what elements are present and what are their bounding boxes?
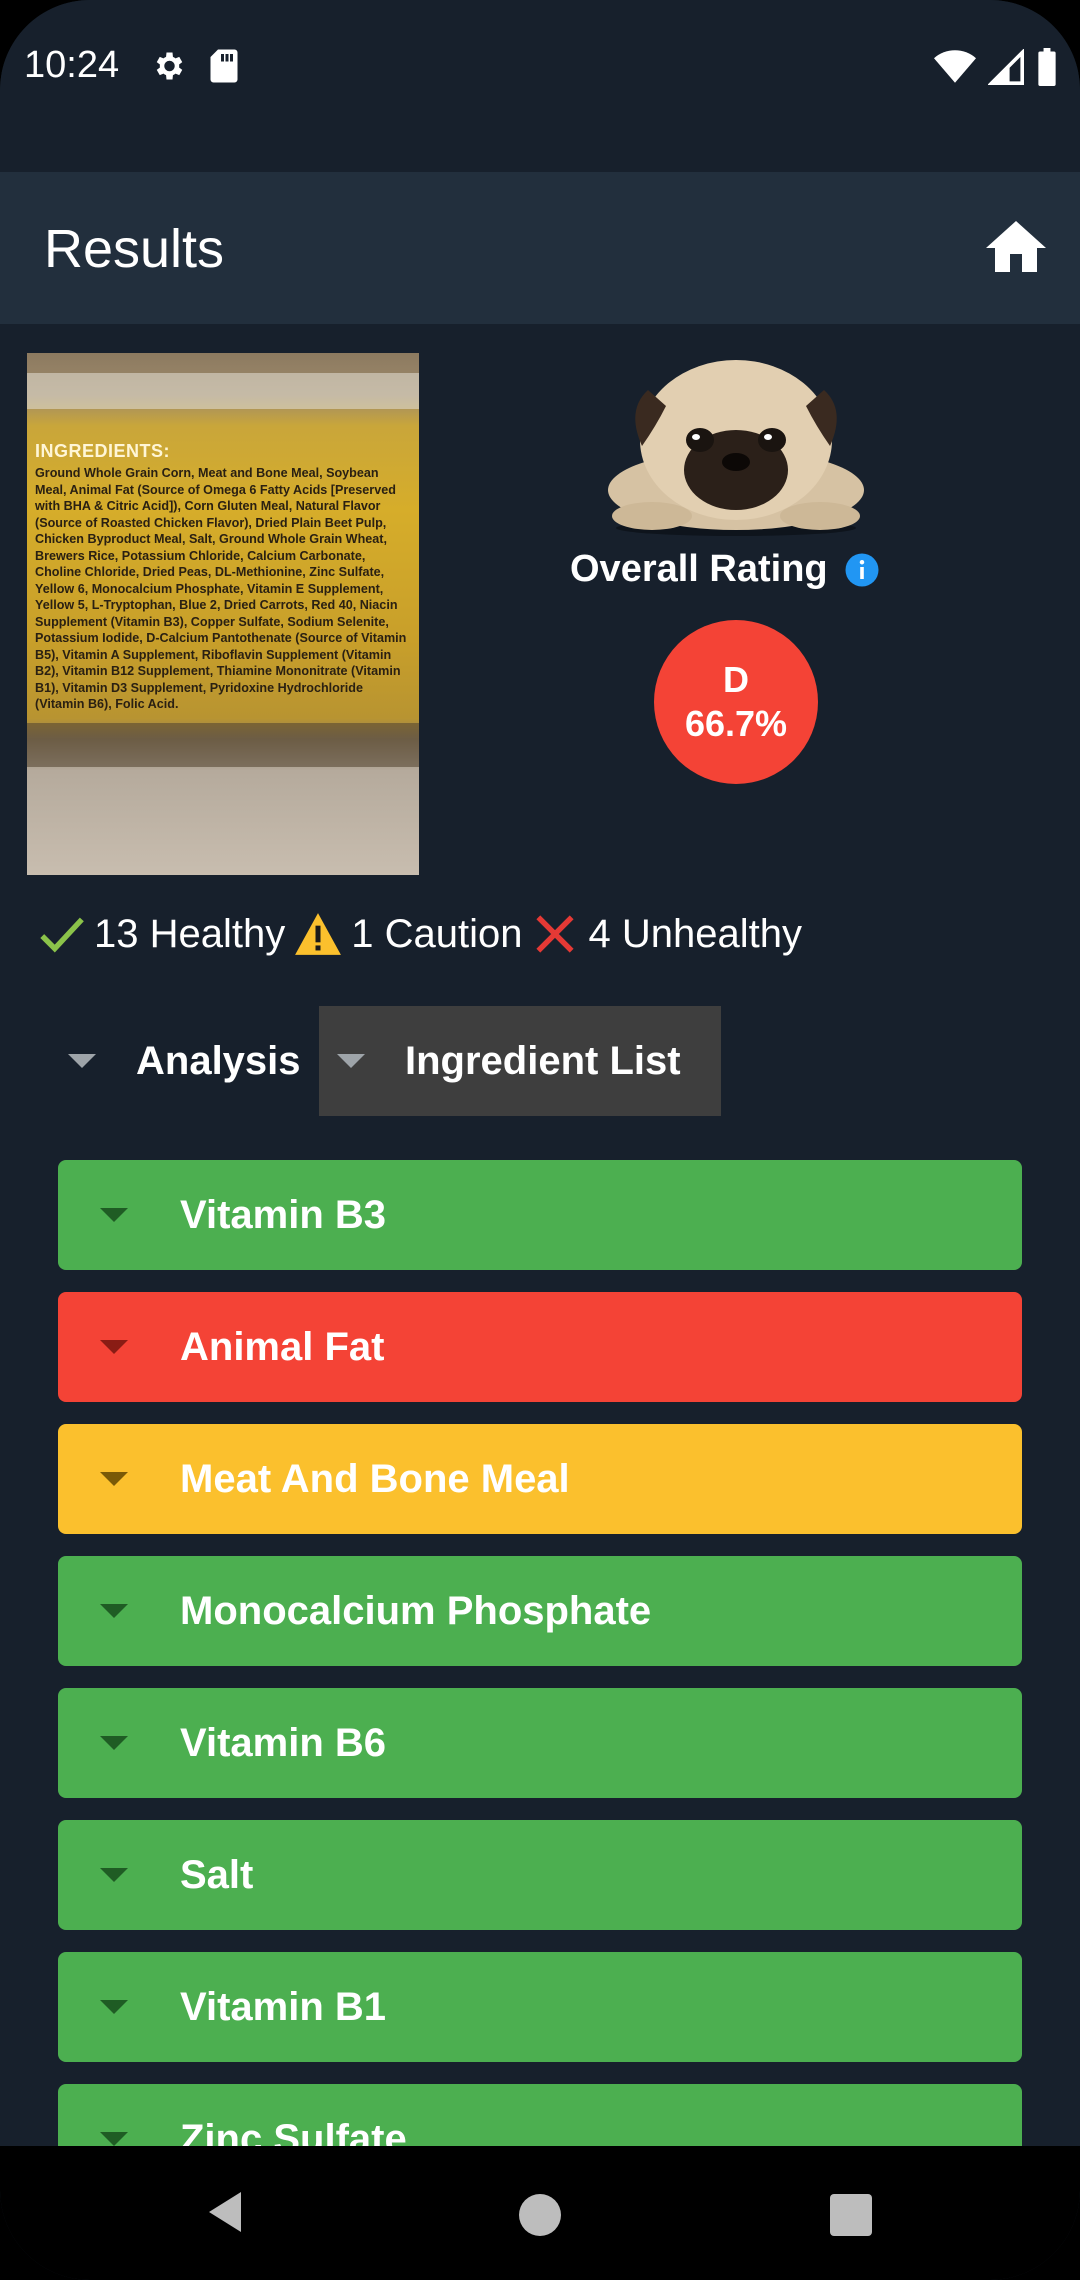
ingredient-label: Vitamin B3 <box>180 1192 386 1237</box>
ingredient-label: Zinc Sulfate <box>180 2116 407 2147</box>
ingredient-item[interactable]: Salt <box>58 1820 1022 1930</box>
chevron-down-icon <box>100 1604 128 1618</box>
ingredient-item[interactable]: Zinc Sulfate <box>58 2084 1022 2146</box>
unhealthy-count: 4 Unhealthy <box>588 911 802 956</box>
ingredient-label: Salt <box>180 1852 254 1897</box>
overall-rating-row: Overall Rating <box>570 548 880 591</box>
chevron-down-icon <box>100 1340 128 1354</box>
info-icon[interactable] <box>844 552 880 588</box>
ingredient-label-photo: INGREDIENTS: Ground Whole Grain Corn, Me… <box>27 353 419 875</box>
chevron-down-icon <box>100 1208 128 1222</box>
tab-ingredient-list[interactable]: Ingredient List <box>319 1006 721 1116</box>
check-icon <box>40 917 84 953</box>
grade-percent: 66.7% <box>684 703 788 744</box>
home-icon[interactable] <box>980 212 1052 284</box>
ingredient-item[interactable]: Vitamin B1 <box>58 1952 1022 2062</box>
status-time: 10:24 <box>24 44 120 86</box>
chevron-down-icon <box>337 1054 365 1068</box>
system-nav-bar <box>0 2146 1080 2280</box>
app-bar: Results <box>0 172 1080 324</box>
back-icon[interactable] <box>205 2188 245 2236</box>
ingredient-label: Vitamin B1 <box>180 1984 386 2029</box>
sd-card-icon <box>210 49 238 83</box>
cross-icon <box>536 915 575 953</box>
photo-ingredients-text: Ground Whole Grain Corn, Meat and Bone M… <box>35 466 407 711</box>
ingredient-label: Meat And Bone Meal <box>180 1456 570 1501</box>
ingredient-counts: 13 Healthy 1 Caution 4 Unhealthy <box>36 904 810 964</box>
caution-count: 1 Caution <box>351 911 523 956</box>
tab-analysis-label: Analysis <box>136 1038 301 1083</box>
home-nav-icon[interactable] <box>519 2194 561 2236</box>
ingredient-item[interactable]: Vitamin B3 <box>58 1160 1022 1270</box>
status-bar: 10:24 <box>0 0 1080 172</box>
photo-ingredients-heading: INGREDIENTS: <box>35 441 171 461</box>
healthy-count: 13 Healthy <box>94 911 286 956</box>
wifi-icon <box>934 50 976 83</box>
tab-ingredient-list-label: Ingredient List <box>405 1038 681 1083</box>
ingredient-label: Vitamin B6 <box>180 1720 386 1765</box>
settings-icon <box>156 52 183 80</box>
ingredient-item[interactable]: Animal Fat <box>58 1292 1022 1402</box>
ingredient-list: Vitamin B3 Animal Fat Meat And Bone Meal… <box>58 1160 1022 2146</box>
ingredient-item[interactable]: Meat And Bone Meal <box>58 1424 1022 1534</box>
grade-badge: D 66.7% <box>654 620 818 784</box>
ingredient-item[interactable]: Vitamin B6 <box>58 1688 1022 1798</box>
tab-analysis[interactable]: Analysis <box>50 1006 316 1116</box>
warning-icon <box>295 913 342 955</box>
chevron-down-icon <box>100 2000 128 2014</box>
chevron-down-icon <box>68 1054 96 1068</box>
pug-image <box>608 360 864 536</box>
chevron-down-icon <box>100 1736 128 1750</box>
chevron-down-icon <box>100 1868 128 1882</box>
ingredient-label: Monocalcium Phosphate <box>180 1588 652 1633</box>
screen: 10:24 Results INGREDIENTS: Ground Whole … <box>0 0 1080 2280</box>
battery-icon <box>1038 48 1056 86</box>
chevron-down-icon <box>100 2132 128 2146</box>
grade-letter: D <box>723 659 749 700</box>
overall-rating-label: Overall Rating <box>570 548 828 590</box>
ingredient-item[interactable]: Monocalcium Phosphate <box>58 1556 1022 1666</box>
page-title: Results <box>44 219 225 279</box>
signal-icon <box>988 49 1024 85</box>
recents-icon[interactable] <box>830 2194 872 2236</box>
ingredient-label: Animal Fat <box>180 1324 385 1369</box>
chevron-down-icon <box>100 1472 128 1486</box>
